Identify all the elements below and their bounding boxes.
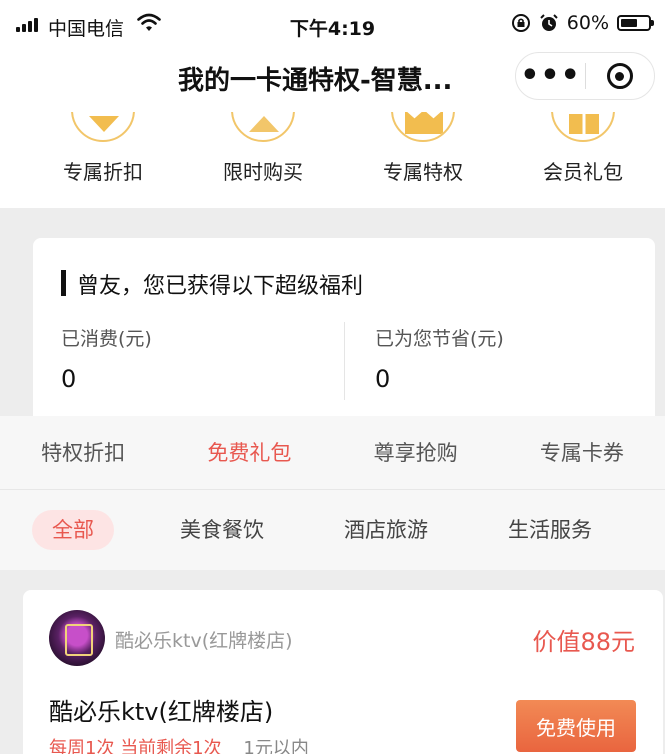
- benefit-tabs: 特权折扣 免费礼包 尊享抢购 专属卡券: [0, 416, 665, 490]
- status-bar: 中国电信 下午4:19 60%: [0, 0, 665, 52]
- rotation-lock-icon: [511, 14, 530, 32]
- saved-stat: 已为您节省(元) 0: [375, 324, 504, 393]
- flash-sale-icon: [231, 112, 295, 142]
- battery-level: [621, 19, 637, 27]
- shop-worth: 价值88元: [532, 628, 635, 656]
- shop-name: 酷必乐ktv(红牌楼店): [49, 698, 274, 726]
- stat-divider: [344, 322, 345, 400]
- quick-menu-label: 专属折扣: [63, 160, 143, 184]
- page-title: 我的一卡通特权-智慧...: [178, 66, 453, 96]
- quick-menu-label: 限时购买: [223, 160, 303, 184]
- saved-value: 0: [375, 365, 391, 393]
- mini-program-capsule: •••: [515, 52, 655, 100]
- target-icon: [606, 63, 633, 89]
- usage-info: 每周1次 当前剩余1次 1元以内: [49, 734, 309, 754]
- category-all[interactable]: 全部: [32, 510, 114, 550]
- alarm-icon: [540, 14, 558, 31]
- discount-icon: [71, 112, 135, 142]
- tab-exclusive-purchase[interactable]: 尊享抢购: [333, 416, 499, 489]
- welfare-summary-card: 曾友，您已获得以下超级福利 已消费(元) 0 已为您节省(元) 0: [33, 238, 655, 416]
- tab-exclusive-coupon[interactable]: 专属卡券: [499, 416, 665, 489]
- price-limit: 1元以内: [243, 738, 309, 754]
- tab-free-gift[interactable]: 免费礼包: [166, 416, 332, 489]
- battery-percent: 60%: [566, 12, 609, 34]
- battery-icon: [617, 15, 654, 31]
- gift-box-icon: [551, 112, 615, 142]
- free-use-button[interactable]: 免费使用: [516, 700, 636, 752]
- quick-menu-label: 专属特权: [383, 160, 463, 184]
- shop-name-header: 酷必乐ktv(红牌楼店): [115, 630, 293, 652]
- spent-stat: 已消费(元) 0: [61, 324, 152, 393]
- crown-icon: [391, 112, 455, 142]
- category-hotel-travel[interactable]: 酒店旅游: [330, 510, 442, 550]
- shop-avatar: [49, 610, 105, 666]
- category-life-service[interactable]: 生活服务: [494, 510, 606, 550]
- spent-label: 已消费(元): [61, 328, 152, 350]
- close-mini-program-button[interactable]: [586, 63, 654, 89]
- quick-menu-label: 会员礼包: [543, 160, 623, 184]
- spent-value: 0: [61, 365, 77, 393]
- tab-privilege-discount[interactable]: 特权折扣: [0, 416, 166, 489]
- weekly-limit: 每周1次: [49, 738, 115, 754]
- quick-menu: 专属折扣 限时购买 专属特权 会员礼包: [0, 112, 665, 208]
- category-food[interactable]: 美食餐饮: [166, 510, 278, 550]
- remaining-count: 当前剩余1次: [120, 738, 222, 754]
- nav-bar: 我的一卡通特权-智慧... •••: [0, 52, 665, 112]
- more-menu-button[interactable]: •••: [516, 61, 585, 91]
- saved-label: 已为您节省(元): [375, 328, 504, 350]
- category-filter: 全部 美食餐饮 酒店旅游 生活服务: [0, 490, 665, 570]
- welfare-title: 曾友，您已获得以下超级福利: [61, 268, 363, 300]
- shop-card[interactable]: 酷必乐ktv(红牌楼店) 价值88元 酷必乐ktv(红牌楼店) 免费使用 每周1…: [23, 590, 663, 754]
